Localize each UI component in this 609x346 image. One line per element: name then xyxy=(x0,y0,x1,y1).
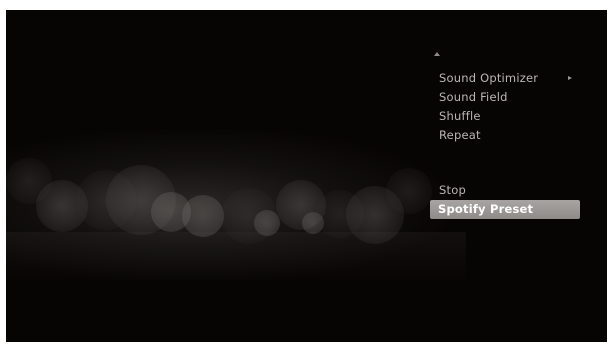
menu-item-label: Spotify Preset xyxy=(438,202,534,216)
bokeh-circle xyxy=(254,210,280,236)
menu-item-stop[interactable]: Stop xyxy=(426,181,576,200)
menu-item-shuffle[interactable]: Shuffle xyxy=(426,107,576,126)
background-visualization xyxy=(6,10,607,342)
menu-item-label: Repeat xyxy=(439,128,481,142)
menu-item-label: Sound Field xyxy=(439,90,508,104)
menu-item-label: Sound Optimizer xyxy=(439,71,539,85)
menu-item-label: Shuffle xyxy=(439,109,481,123)
menu-item-sound-field[interactable]: Sound Field xyxy=(426,88,576,107)
media-player-screen: Sound Optimizer Sound Field Shuffle Repe… xyxy=(6,10,607,342)
chevron-right-icon xyxy=(568,76,572,80)
menu-item-spotify-preset[interactable]: Spotify Preset xyxy=(430,200,580,219)
menu-item-repeat[interactable]: Repeat xyxy=(426,126,576,145)
chevron-up-icon[interactable] xyxy=(434,52,440,56)
menu-item-sound-optimizer[interactable]: Sound Optimizer xyxy=(426,69,576,88)
menu-item-label: Stop xyxy=(439,183,466,197)
bokeh-circle xyxy=(182,195,224,237)
